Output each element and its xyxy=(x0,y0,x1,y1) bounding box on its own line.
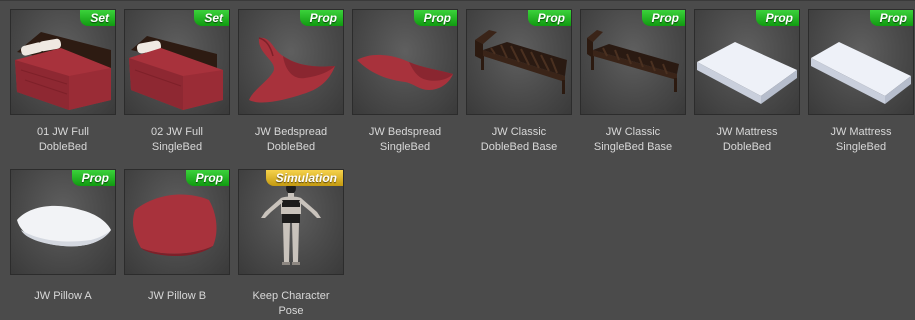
item-label: JW Mattress SingleBed xyxy=(830,126,892,153)
item-label: JW Pillow A xyxy=(34,290,92,302)
item-thumbnail: Simulation xyxy=(238,169,344,275)
content-item-classic-singlebed-base[interactable]: Prop JW Classic SingleBed Base xyxy=(580,9,686,169)
content-item-keep-character-pose[interactable]: Simulation Keep Character Pose xyxy=(238,169,344,320)
item-label: 01 JW Full DobleBed xyxy=(37,126,89,153)
content-grid: Set 01 JW Full DobleBed Set 02 JW Full S… xyxy=(10,9,914,320)
item-thumbnail: Prop xyxy=(694,9,800,115)
content-item-pillow-b[interactable]: Prop JW Pillow B xyxy=(124,169,230,320)
content-item-bedspread-singlebed[interactable]: Prop JW Bedspread SingleBed xyxy=(352,9,458,169)
item-thumbnail: Prop xyxy=(352,9,458,115)
prop-badge: Prop xyxy=(641,10,685,26)
content-item-mattress-doublebed[interactable]: Prop JW Mattress DobleBed xyxy=(694,9,800,169)
item-label: JW Mattress DobleBed xyxy=(716,126,778,153)
item-label: JW Classic DobleBed Base xyxy=(480,126,558,153)
content-item-mattress-singlebed[interactable]: Prop JW Mattress SingleBed xyxy=(808,9,914,169)
prop-badge: Prop xyxy=(755,10,799,26)
item-thumbnail: Prop xyxy=(466,9,572,115)
prop-badge: Prop xyxy=(185,170,229,186)
item-label: JW Pillow B xyxy=(147,290,207,302)
content-item-pillow-a[interactable]: Prop JW Pillow A xyxy=(10,169,116,320)
prop-badge: Prop xyxy=(527,10,571,26)
content-library-panel: Set 01 JW Full DobleBed Set 02 JW Full S… xyxy=(0,0,915,320)
item-thumbnail: Prop xyxy=(124,169,230,275)
item-thumbnail: Set xyxy=(10,9,116,115)
item-thumbnail: Prop xyxy=(10,169,116,275)
item-thumbnail: Prop xyxy=(580,9,686,115)
simulation-badge: Simulation xyxy=(265,170,343,186)
content-item-bedspread-doublebed[interactable]: Prop JW Bedspread DobleBed xyxy=(238,9,344,169)
prop-badge: Prop xyxy=(299,10,343,26)
item-label: 02 JW Full SingleBed xyxy=(151,126,203,153)
item-label: Keep Character Pose xyxy=(252,290,330,317)
item-label: JW Classic SingleBed Base xyxy=(593,126,673,153)
prop-badge: Prop xyxy=(869,10,913,26)
content-item-full-singlebed[interactable]: Set 02 JW Full SingleBed xyxy=(124,9,230,169)
set-badge: Set xyxy=(80,10,115,26)
item-thumbnail: Set xyxy=(124,9,230,115)
prop-badge: Prop xyxy=(71,170,115,186)
content-item-classic-doublebed-base[interactable]: Prop JW Classic DobleBed Base xyxy=(466,9,572,169)
item-thumbnail: Prop xyxy=(238,9,344,115)
prop-badge: Prop xyxy=(413,10,457,26)
set-badge: Set xyxy=(194,10,229,26)
item-thumbnail: Prop xyxy=(808,9,914,115)
item-label: JW Bedspread DobleBed xyxy=(254,126,328,153)
content-item-full-doublebed[interactable]: Set 01 JW Full DobleBed xyxy=(10,9,116,169)
item-label: JW Bedspread SingleBed xyxy=(368,126,442,153)
